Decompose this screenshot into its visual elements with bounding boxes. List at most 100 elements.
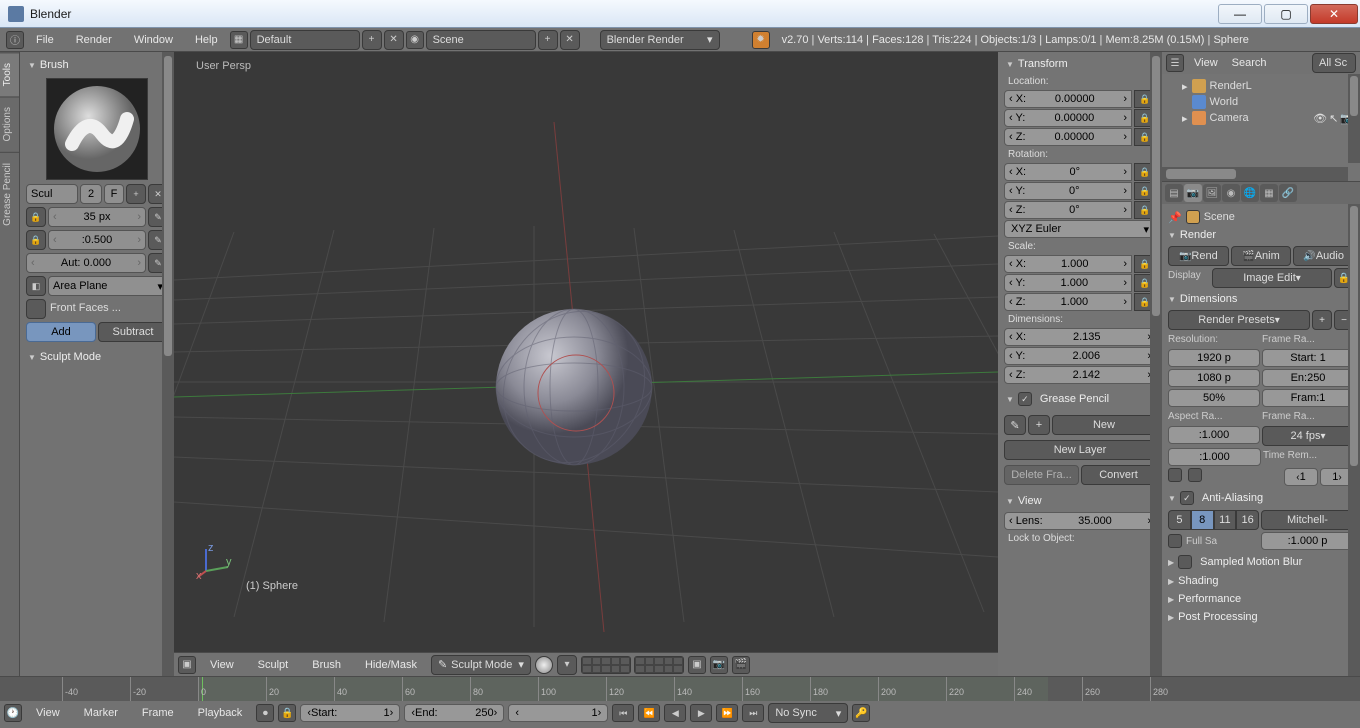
brush-users[interactable]: 2 xyxy=(80,184,102,204)
time-old-field[interactable]: ‹1 xyxy=(1284,468,1318,486)
render-presets-dropdown[interactable]: Render Presets ▾ xyxy=(1168,310,1310,330)
brush-strength-field[interactable]: :0.500 xyxy=(48,230,146,250)
brush-panel-header[interactable]: Brush xyxy=(26,56,168,74)
layout-dropdown[interactable]: Default xyxy=(250,30,360,50)
tool-shelf-scrollbar[interactable] xyxy=(162,52,174,676)
visibility-eye-icon[interactable]: 👁 xyxy=(1313,112,1327,125)
editor-type-icon[interactable]: ⓘ xyxy=(6,31,24,49)
lock-range-icon[interactable]: 🔒 xyxy=(278,704,296,722)
tree-row-renderlayers[interactable]: ▸RenderL xyxy=(1168,78,1354,94)
preset-add-button[interactable]: + xyxy=(1312,310,1332,330)
aspect-x-field[interactable]: :1.000 xyxy=(1168,426,1260,444)
tl-menu-marker[interactable]: Marker xyxy=(74,704,128,722)
brush-name-field[interactable]: Scul xyxy=(26,184,78,204)
full-sample-checkbox[interactable] xyxy=(1168,534,1182,548)
tool-tab-grease-pencil[interactable]: Grease Pencil xyxy=(0,152,19,236)
layout-add-button[interactable]: + xyxy=(362,30,382,50)
gp-new-button[interactable]: New xyxy=(1052,415,1156,435)
scale-z-field[interactable]: ‹ Z:1.000› xyxy=(1004,293,1132,311)
brush-add-button[interactable]: + xyxy=(126,184,146,204)
dimensions-panel-header[interactable]: Dimensions xyxy=(1168,290,1354,308)
scene-browse-icon[interactable]: ◉ xyxy=(406,31,424,49)
display-mode-dropdown[interactable]: Image Edit ▾ xyxy=(1212,268,1332,288)
vp-menu-hidemask[interactable]: Hide/Mask xyxy=(355,656,427,674)
outliner-filter-dropdown[interactable]: All Sc xyxy=(1312,53,1356,73)
frame-start-field[interactable]: ‹ Start:1 › xyxy=(300,704,400,722)
sync-mode-dropdown[interactable]: No Sync▾ xyxy=(768,703,848,723)
sculpt-mode-panel-header[interactable]: Sculpt Mode xyxy=(26,348,168,366)
prop-tab-constraints[interactable]: 🔗 xyxy=(1279,184,1297,202)
scene-dropdown[interactable]: Scene xyxy=(426,30,536,50)
jump-to-end-button[interactable]: ⏭ xyxy=(742,704,764,722)
vp-menu-brush[interactable]: Brush xyxy=(302,656,351,674)
vp-menu-sculpt[interactable]: Sculpt xyxy=(248,656,299,674)
tree-row-world[interactable]: ▸World xyxy=(1168,94,1354,110)
scale-x-field[interactable]: ‹ X:1.000› xyxy=(1004,255,1132,273)
anti-aliasing-panel-header[interactable]: ✓Anti-Aliasing xyxy=(1168,488,1354,508)
selectable-cursor-icon[interactable]: ↖ xyxy=(1329,112,1338,125)
scene-add-button[interactable]: + xyxy=(538,30,558,50)
outliner-menu-search[interactable]: Search xyxy=(1228,54,1271,72)
frame-end-field[interactable]: ‹ End:250 › xyxy=(404,704,504,722)
aa-pixel-filter-field[interactable]: :1.000 p xyxy=(1261,532,1354,550)
gp-add-button[interactable]: + xyxy=(1028,415,1050,435)
render-audio-button[interactable]: 🔊Audio xyxy=(1293,246,1354,266)
anti-aliasing-checkbox[interactable]: ✓ xyxy=(1180,491,1194,505)
keyframe-next-button[interactable]: ⏩ xyxy=(716,704,738,722)
frame-step-field[interactable]: Fram:1 xyxy=(1262,389,1354,407)
current-frame-field[interactable]: ‹ 1 › xyxy=(508,704,608,722)
menu-help[interactable]: Help xyxy=(185,31,228,49)
tool-tab-options[interactable]: Options xyxy=(0,96,19,151)
play-reverse-button[interactable]: ◀ xyxy=(664,704,686,722)
timeline-ruler[interactable]: -40-200204060801001201401601802002202402… xyxy=(0,677,1360,701)
aspect-y-field[interactable]: :1.000 xyxy=(1168,448,1261,466)
layout-browse-icon[interactable]: ▦ xyxy=(230,31,248,49)
jump-to-start-button[interactable]: ⏮ xyxy=(612,704,634,722)
render-engine-dropdown[interactable]: Blender Render▾ xyxy=(600,30,720,50)
outliner-menu-view[interactable]: View xyxy=(1190,54,1222,72)
mode-dropdown[interactable]: ✎ Sculpt Mode▾ xyxy=(431,655,531,675)
sculpt-plane-dropdown[interactable]: Area Plane▾ xyxy=(48,276,168,296)
crop-checkbox[interactable] xyxy=(1188,468,1202,482)
render-image-button[interactable]: 📷Rend xyxy=(1168,246,1229,266)
radius-lock-icon[interactable]: 🔒 xyxy=(26,207,46,227)
brush-fake-user[interactable]: F xyxy=(104,184,124,204)
timeline-editor-type-icon[interactable]: 🕐 xyxy=(4,704,22,722)
frame-end-field[interactable]: En:250 xyxy=(1262,369,1354,387)
pin-icon[interactable]: 📌 xyxy=(1168,211,1182,224)
properties-scrollbar[interactable] xyxy=(1348,204,1360,676)
tool-tab-tools[interactable]: Tools xyxy=(0,52,19,96)
location-z-field[interactable]: ‹ Z:0.00000› xyxy=(1004,128,1132,146)
resolution-x-field[interactable]: 1920 p xyxy=(1168,349,1260,367)
aa-16-button[interactable]: 16 xyxy=(1236,510,1259,530)
prop-tab-object[interactable]: ▦ xyxy=(1260,184,1278,202)
motion-blur-checkbox[interactable] xyxy=(1178,555,1192,569)
resolution-y-field[interactable]: 1080 p xyxy=(1168,369,1260,387)
menu-file[interactable]: File xyxy=(26,31,64,49)
shading-panel-header[interactable]: Shading xyxy=(1168,572,1354,590)
play-button[interactable]: ▶ xyxy=(690,704,712,722)
tl-menu-frame[interactable]: Frame xyxy=(132,704,184,722)
dim-x-field[interactable]: ‹ X:2.135› xyxy=(1004,328,1156,346)
maximize-button[interactable]: ▢ xyxy=(1264,4,1308,24)
aa-5-button[interactable]: 5 xyxy=(1168,510,1191,530)
rotation-z-field[interactable]: ‹ Z:0°› xyxy=(1004,201,1132,219)
prop-tab-render-layers[interactable]: 🖼 xyxy=(1203,184,1221,202)
grease-pencil-panel-header[interactable]: ✓Grease Pencil xyxy=(1004,388,1156,410)
layer-buttons[interactable] xyxy=(581,656,684,674)
outliner-v-scrollbar[interactable] xyxy=(1348,74,1360,163)
rotation-mode-dropdown[interactable]: XYZ Euler▾ xyxy=(1004,220,1156,238)
aa-8-button[interactable]: 8 xyxy=(1191,510,1214,530)
outliner-tree[interactable]: ▸RenderL ▸World ▸Camera 👁 ↖ 📷 xyxy=(1162,74,1360,130)
transform-panel-header[interactable]: Transform xyxy=(1004,54,1156,74)
menu-window[interactable]: Window xyxy=(124,31,183,49)
view-panel-header[interactable]: View xyxy=(1004,491,1156,511)
gp-new-layer-button[interactable]: New Layer xyxy=(1004,440,1156,460)
scene-path-label[interactable]: Scene xyxy=(1204,211,1235,223)
outliner-h-scrollbar[interactable] xyxy=(1162,167,1348,181)
prop-tab-world[interactable]: 🌐 xyxy=(1241,184,1259,202)
resolution-pct-field[interactable]: 50% xyxy=(1168,389,1260,407)
location-x-field[interactable]: ‹ X:0.00000› xyxy=(1004,90,1132,108)
menu-render[interactable]: Render xyxy=(66,31,122,49)
post-processing-panel-header[interactable]: Post Processing xyxy=(1168,608,1354,626)
